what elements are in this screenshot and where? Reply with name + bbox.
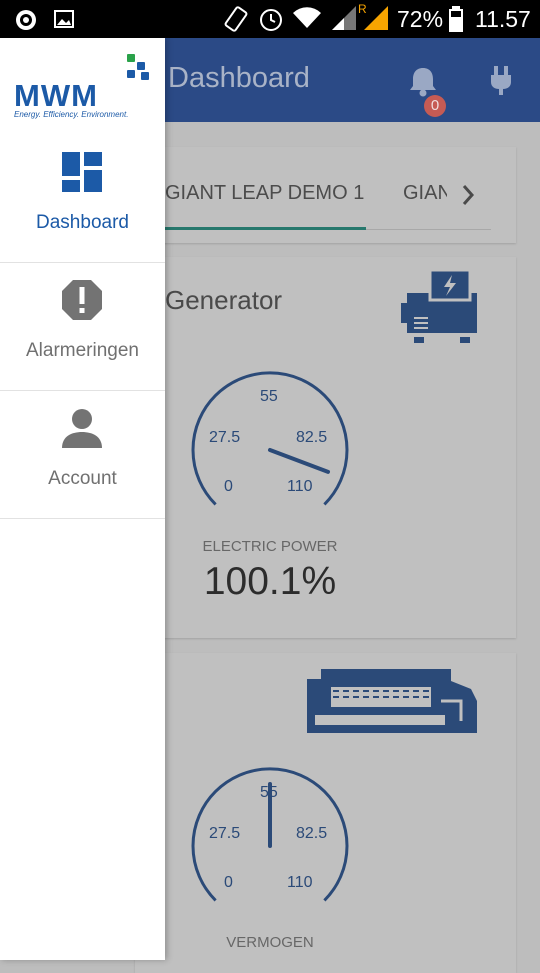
signal-roaming-icon xyxy=(364,6,388,30)
logo-dot xyxy=(141,72,149,80)
gauge-tick-label: 0 xyxy=(224,874,233,891)
notification-badge: 0 xyxy=(424,95,446,117)
bell-icon[interactable] xyxy=(406,64,440,98)
battery-percent: 72% xyxy=(397,6,444,32)
app-notification-icon xyxy=(16,10,36,30)
gauge-tick-label: 0 xyxy=(224,478,233,495)
engine-icon xyxy=(307,669,477,733)
gauge-tick-label: 27.5 xyxy=(209,825,241,842)
tab-giant-leap-demo-1[interactable]: GIANT LEAP DEMO 1 xyxy=(165,182,364,205)
logo-dot xyxy=(127,54,135,62)
alert-icon xyxy=(62,280,102,320)
clock: 11.57 xyxy=(475,6,531,32)
drawer-item-label: Dashboard xyxy=(36,212,129,233)
plug-icon[interactable] xyxy=(488,64,514,96)
drawer-item-label: Alarmeringen xyxy=(26,340,139,361)
mwm-logo: MWM Energy. Efficiency. Environment. xyxy=(0,38,165,136)
status-bar: R 72% 11.57 xyxy=(0,0,540,38)
gauge-tick-label: 110 xyxy=(287,874,313,891)
generator-icon xyxy=(401,268,477,343)
navigation-drawer: MWM Energy. Efficiency. Environment. Das… xyxy=(0,38,165,960)
logo-dot xyxy=(137,62,145,70)
card-title: Generator xyxy=(165,285,283,315)
tab-divider xyxy=(366,229,491,230)
logo-tagline: Energy. Efficiency. Environment. xyxy=(14,110,129,119)
generator-card[interactable]: Generator 55 27.5 82.5 0 110 ELECTRIC PO… xyxy=(135,257,516,638)
gauge-tick-label: 55 xyxy=(260,388,278,405)
rotate-screen-icon xyxy=(224,6,248,32)
alarm-icon xyxy=(260,9,282,31)
logo-wordmark: MWM xyxy=(14,78,98,113)
logo-dot xyxy=(127,70,135,78)
gauge-value: 100.1% xyxy=(203,560,337,603)
drawer-item-dashboard[interactable]: Dashboard xyxy=(0,136,165,263)
drawer-item-account[interactable]: Account xyxy=(0,392,165,519)
gauge-tick-label: 27.5 xyxy=(209,429,241,446)
gauge-tick-label: 82.5 xyxy=(296,429,328,446)
gauge-tick-label: 110 xyxy=(287,478,313,495)
active-tab-indicator xyxy=(165,227,366,230)
signal-icon xyxy=(332,6,356,30)
battery-icon xyxy=(449,6,463,32)
person-icon xyxy=(62,409,102,448)
chevron-right-icon[interactable] xyxy=(461,184,475,206)
wifi-icon xyxy=(293,7,321,29)
gauge-caption: ELECTRIC POWER xyxy=(202,538,338,555)
gauge-caption: VERMOGEN xyxy=(226,934,314,951)
drawer-item-label: Account xyxy=(48,468,117,489)
site-tabs-card: GIANT LEAP DEMO 1 GIANT LEAP DEMO 2 xyxy=(135,147,516,243)
tab-giant-leap-demo-2[interactable]: GIANT LEAP DEMO 2 xyxy=(403,182,447,205)
gauge-needle xyxy=(268,448,330,474)
app-bar-title: Dashboard xyxy=(168,62,310,94)
dashboard-icon xyxy=(62,152,102,192)
gauge-tick-label: 82.5 xyxy=(296,825,328,842)
image-notification-icon xyxy=(54,10,74,28)
drawer-item-alarmeringen[interactable]: Alarmeringen xyxy=(0,264,165,391)
gauge-tick-label: 55 xyxy=(260,784,278,801)
engine-card[interactable]: 55 27.5 82.5 0 110 VERMOGEN xyxy=(135,653,516,973)
